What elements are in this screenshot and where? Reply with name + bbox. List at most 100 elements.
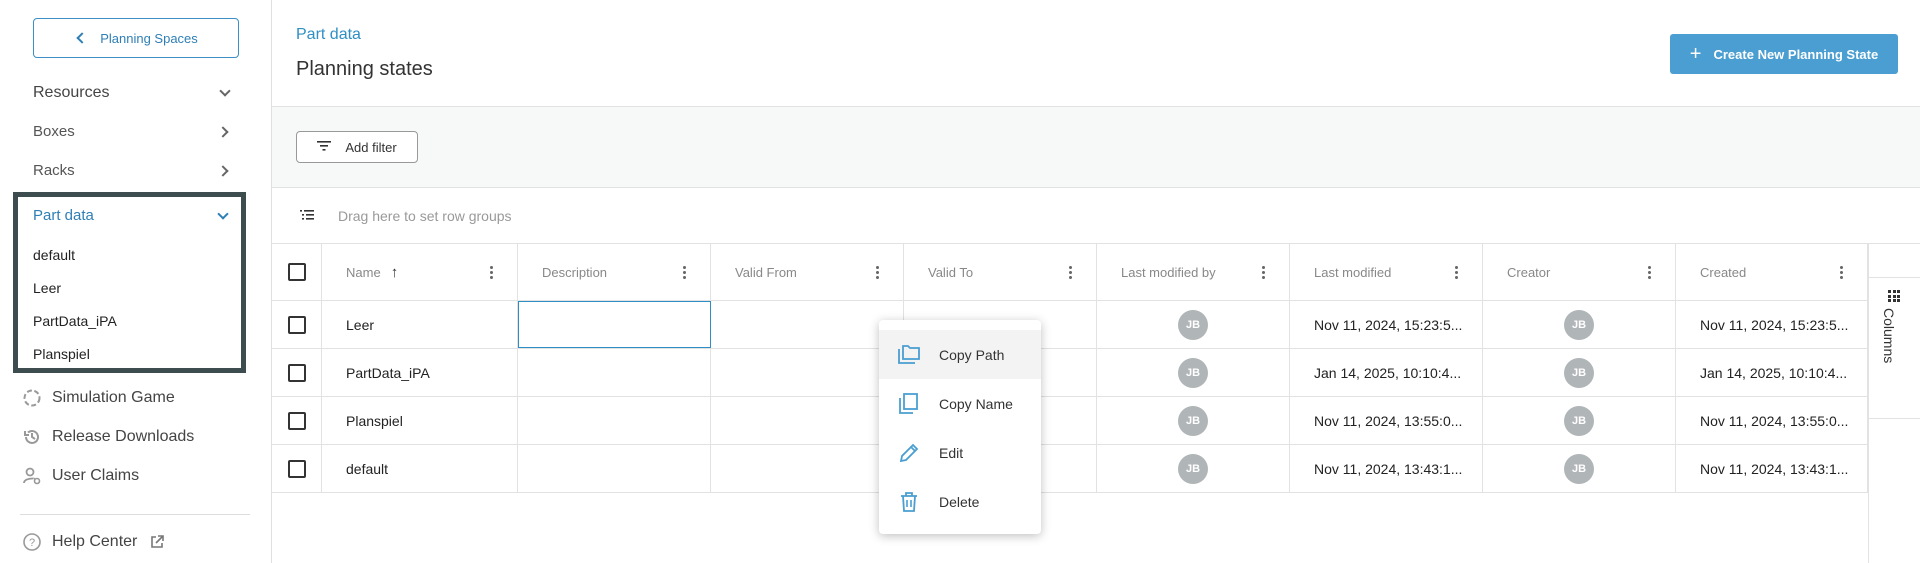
column-menu-icon[interactable] <box>876 265 879 279</box>
sidebar-item-resources[interactable]: Resources <box>33 84 233 102</box>
cell-name[interactable]: Leer <box>322 301 518 348</box>
avatar: JB <box>1178 309 1208 340</box>
sidebar-item-racks[interactable]: Racks <box>33 162 233 179</box>
column-header-last-modified-by[interactable]: Last modified by <box>1097 244 1290 300</box>
cell-last-modified[interactable]: Nov 11, 2024, 13:43:1... <box>1290 445 1483 492</box>
cell-name[interactable]: PartData_iPA <box>322 349 518 396</box>
column-header-valid-to[interactable]: Valid To <box>904 244 1097 300</box>
add-filter-label: Add filter <box>345 139 397 155</box>
column-menu-icon[interactable] <box>1262 265 1265 279</box>
row-group-drop-zone[interactable]: Drag here to set row groups <box>272 188 1920 244</box>
table-row[interactable]: default JB Nov 11, 2024, 13:43:1... JB N… <box>272 445 1868 493</box>
column-header-creator[interactable]: Creator <box>1483 244 1676 300</box>
add-filter-button[interactable]: Add filter <box>296 131 418 163</box>
sidebar-item-boxes[interactable]: Boxes <box>33 123 233 140</box>
row-select-cell <box>272 445 322 492</box>
cell-last-modified[interactable]: Nov 11, 2024, 15:23:5... <box>1290 301 1483 348</box>
back-to-planning-spaces-button[interactable]: Planning Spaces <box>33 18 239 58</box>
column-menu-icon[interactable] <box>1840 265 1843 279</box>
part-data-item-leer[interactable]: Leer <box>33 280 61 296</box>
create-planning-state-button[interactable]: + Create New Planning State <box>1670 34 1898 74</box>
cell-description[interactable] <box>518 445 711 492</box>
table-row[interactable]: PartData_iPA JB Jan 14, 2025, 10:10:4...… <box>272 349 1868 397</box>
cell-creator[interactable]: JB <box>1483 397 1676 444</box>
back-button-label: Planning Spaces <box>100 30 198 46</box>
select-all-checkbox[interactable] <box>287 263 306 281</box>
trash-icon <box>901 491 917 512</box>
cell-description[interactable] <box>518 397 711 444</box>
cell-created[interactable]: Nov 11, 2024, 13:55:0... <box>1676 397 1868 444</box>
chevron-right-icon <box>217 125 229 138</box>
sidebar-item-help-center[interactable]: ? Help Center <box>22 532 167 552</box>
cell-creator[interactable]: JB <box>1483 349 1676 396</box>
cell-valid-from[interactable] <box>711 349 904 396</box>
cell-name[interactable]: Planspiel <box>322 397 518 444</box>
cell-valid-from[interactable] <box>711 301 904 348</box>
plus-icon: + <box>1689 43 1702 65</box>
column-menu-icon[interactable] <box>683 265 686 279</box>
filter-icon <box>317 140 332 155</box>
part-data-section: Part data default Leer PartData_iPA Plan… <box>13 192 246 373</box>
menu-item-copy-name[interactable]: Copy Name <box>879 379 1041 428</box>
cell-last-modified-by[interactable]: JB <box>1097 301 1290 348</box>
cell-last-modified[interactable]: Nov 11, 2024, 13:55:0... <box>1290 397 1483 444</box>
row-group-placeholder: Drag here to set row groups <box>338 207 512 224</box>
sort-ascending-icon[interactable]: ↑ <box>391 264 399 281</box>
table-row[interactable]: Planspiel JB Nov 11, 2024, 13:55:0... JB… <box>272 397 1868 445</box>
cell-last-modified-by[interactable]: JB <box>1097 445 1290 492</box>
cell-creator[interactable]: JB <box>1483 301 1676 348</box>
menu-item-copy-path[interactable]: Copy Path <box>879 330 1041 379</box>
cell-created[interactable]: Jan 14, 2025, 10:10:4... <box>1676 349 1868 396</box>
cell-valid-from[interactable] <box>711 397 904 444</box>
row-checkbox[interactable] <box>287 459 306 478</box>
column-menu-icon[interactable] <box>1069 265 1072 279</box>
part-data-item-partdata-ipa[interactable]: PartData_iPA <box>33 313 117 329</box>
row-checkbox[interactable] <box>287 411 306 430</box>
row-checkbox[interactable] <box>287 363 306 382</box>
menu-item-delete[interactable]: Delete <box>879 477 1041 526</box>
table-row[interactable]: Leer JB Nov 11, 2024, 15:23:5... JB Nov … <box>272 301 1868 349</box>
cell-creator[interactable]: JB <box>1483 445 1676 492</box>
help-icon: ? <box>22 532 42 552</box>
cell-valid-from[interactable] <box>711 445 904 492</box>
cell-created[interactable]: Nov 11, 2024, 13:43:1... <box>1676 445 1868 492</box>
breadcrumb[interactable]: Part data <box>296 26 361 44</box>
cell-created[interactable]: Nov 11, 2024, 15:23:5... <box>1676 301 1868 348</box>
row-select-cell <box>272 349 322 396</box>
column-menu-icon[interactable] <box>1455 265 1458 279</box>
part-data-item-planspiel[interactable]: Planspiel <box>33 346 90 362</box>
chevron-left-icon <box>76 32 88 44</box>
filter-bar: Add filter <box>272 106 1920 188</box>
cell-last-modified-by[interactable]: JB <box>1097 397 1290 444</box>
cell-name[interactable]: default <box>322 445 518 492</box>
resources-label: Resources <box>33 84 110 101</box>
cell-description[interactable] <box>518 301 711 348</box>
page-title: Planning states <box>296 58 433 80</box>
sidebar-item-part-data[interactable]: Part data <box>33 207 231 224</box>
row-checkbox[interactable] <box>287 315 306 334</box>
column-header-created[interactable]: Created <box>1676 244 1868 300</box>
sidebar-item-user-claims[interactable]: User Claims <box>22 466 139 486</box>
columns-tab-button[interactable]: Columns <box>1869 277 1920 419</box>
menu-item-edit[interactable]: Edit <box>879 428 1041 477</box>
columns-label: Columns <box>1881 308 1897 364</box>
columns-grid-icon <box>1888 290 1900 302</box>
column-header-name[interactable]: Name ↑ <box>322 244 518 300</box>
column-header-description[interactable]: Description <box>518 244 711 300</box>
column-creator-label: Creator <box>1507 264 1551 280</box>
column-valid-from-label: Valid From <box>735 264 797 280</box>
cell-last-modified-by[interactable]: JB <box>1097 349 1290 396</box>
cell-description[interactable] <box>518 349 711 396</box>
context-menu: Copy Path Copy Name Edit Delete <box>879 320 1041 534</box>
sidebar-item-simulation-game[interactable]: Simulation Game <box>22 388 175 408</box>
column-header-last-modified[interactable]: Last modified <box>1290 244 1483 300</box>
column-menu-icon[interactable] <box>1648 265 1651 279</box>
column-header-valid-from[interactable]: Valid From <box>711 244 904 300</box>
avatar: JB <box>1564 453 1594 484</box>
sidebar-item-release-downloads[interactable]: Release Downloads <box>22 427 194 447</box>
part-data-item-default[interactable]: default <box>33 247 75 263</box>
select-all-cell <box>272 244 322 300</box>
edit-label: Edit <box>939 444 964 461</box>
cell-last-modified[interactable]: Jan 14, 2025, 10:10:4... <box>1290 349 1483 396</box>
column-menu-icon[interactable] <box>490 265 493 279</box>
